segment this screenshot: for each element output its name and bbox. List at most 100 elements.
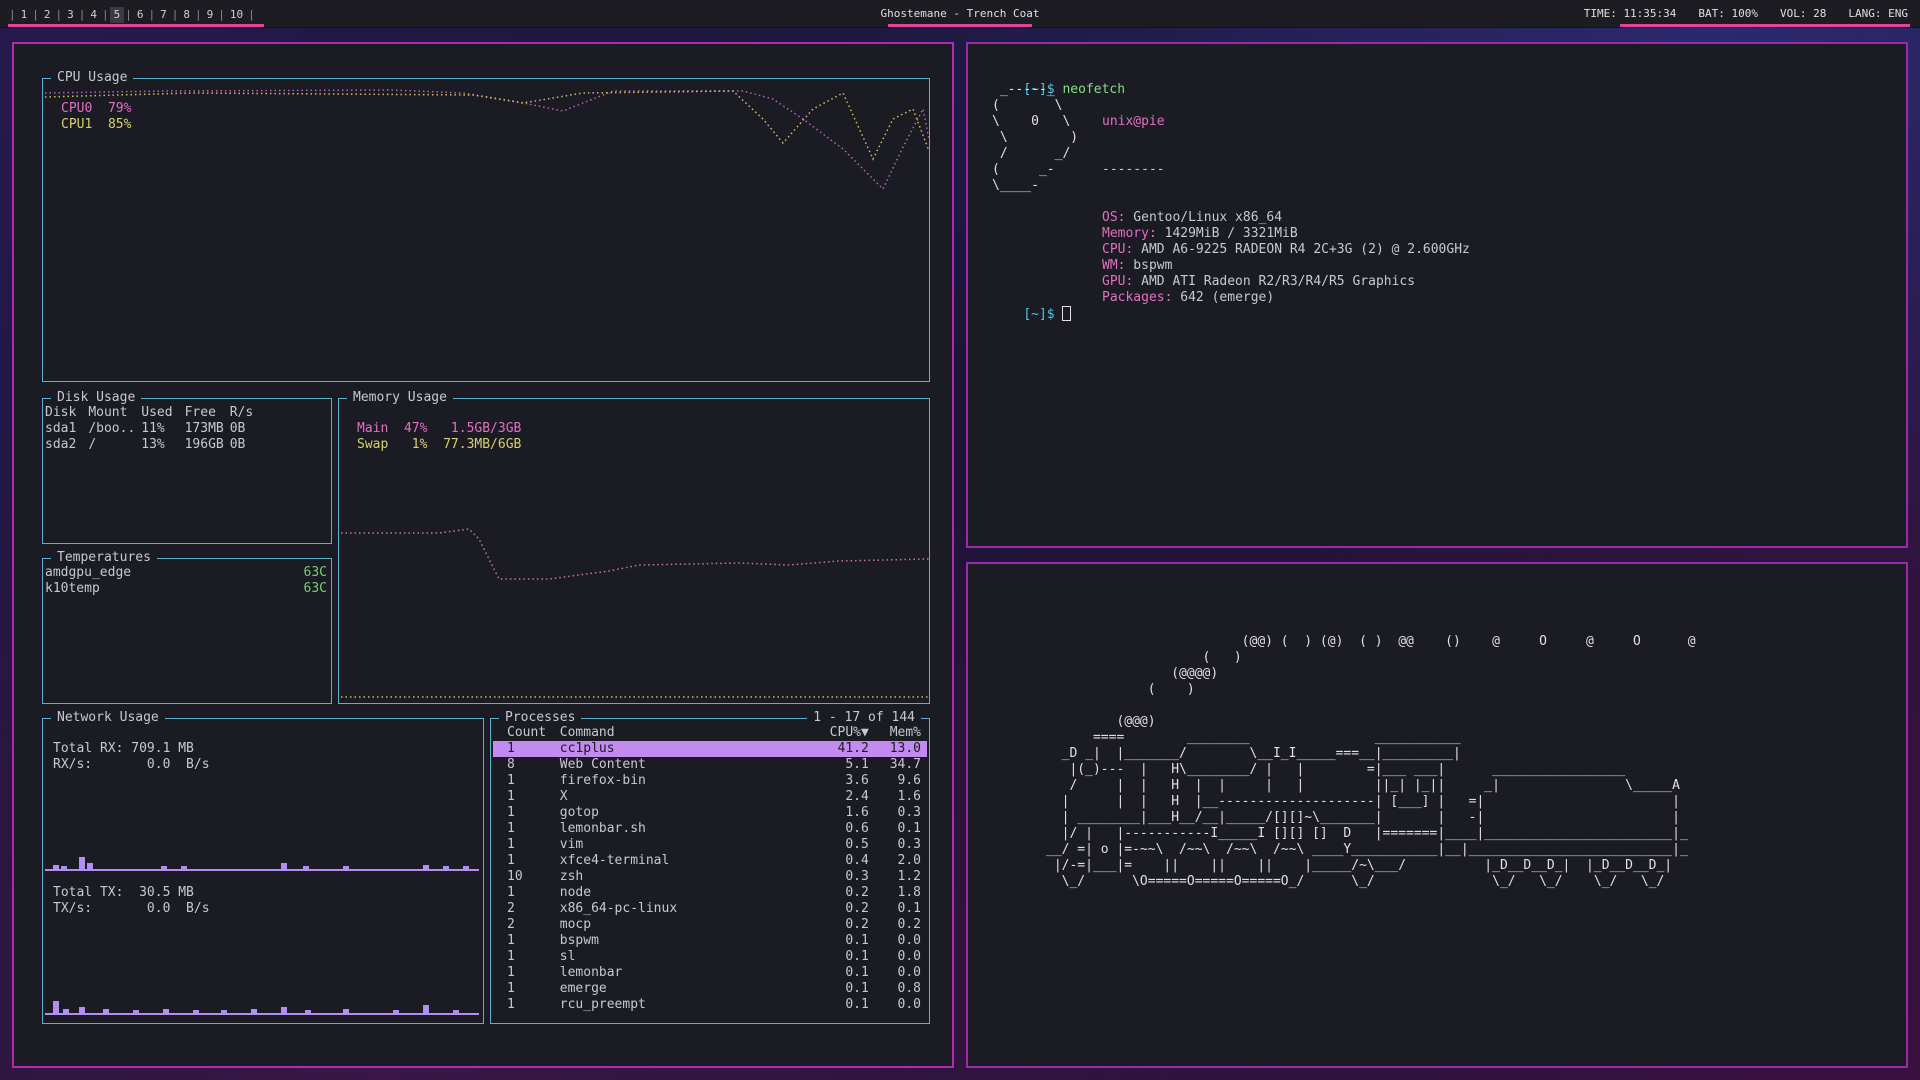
table-cell: 0.5 [845, 837, 869, 852]
title-underline [888, 24, 1032, 27]
table-cell: 0.4 [845, 853, 869, 868]
table-row[interactable]: 1 node 0.2 1.8 [493, 885, 927, 901]
table-cell: 1 [507, 805, 515, 820]
gotop-window[interactable]: CPU Usage CPU0 79% CPU1 85% Disk Usage D… [12, 42, 954, 1068]
processes-panel[interactable]: Processes 1 - 17 of 144 Count Command CP… [490, 710, 930, 1024]
table-cell: 0.1 [845, 981, 869, 996]
battery-status: BAT: 100% [1698, 7, 1759, 20]
process-row-selected[interactable]: 1 cc1plus 41.2 13.0 [493, 741, 927, 757]
info-key: Packages: [1102, 290, 1173, 305]
info-value: AMD ATI Radeon R2/R3/R4/R5 Graphics [1133, 274, 1416, 289]
table-row[interactable]: 1 sl 0.1 0.0 [493, 949, 927, 965]
temp-sensor-value: 63C [303, 581, 327, 596]
column-header-count[interactable]: Count [493, 725, 560, 741]
table-cell: 2 [507, 917, 515, 932]
column-header: R/s [229, 405, 254, 420]
table-row[interactable]: 1 vim 0.5 0.3 [493, 837, 927, 853]
status-underline [1620, 24, 1910, 27]
table-cell: 2 [507, 901, 515, 916]
table-row[interactable]: 2 x86_64-pc-linux 0.2 0.1 [493, 901, 927, 917]
info-lines: OS: Gentoo/Linux x86_64 Memory: 1429MiB /… [1102, 210, 1470, 306]
table-cell: emerge [559, 981, 607, 996]
train-line: __/ =| o |=-~~\ /~~\ /~~\ /~~\ ____Y____… [1046, 842, 1688, 857]
ascii-line: / _/ [992, 146, 1071, 161]
train-line: _D _| |_______/ \__I_I_____===__|_______… [1046, 746, 1461, 761]
table-cell: 1 [507, 853, 515, 868]
table-cell: 0.2 [845, 917, 869, 932]
table-cell: 2.0 [897, 853, 921, 868]
table-row[interactable]: 1 firefox-bin 3.6 9.6 [493, 773, 927, 789]
table-cell: 0.3 [897, 837, 921, 852]
table-row[interactable]: 1 emerge 0.1 0.8 [493, 981, 927, 997]
table-row[interactable]: 1 lemonbar 0.1 0.0 [493, 965, 927, 981]
process-range: 1 - 17 of 144 [807, 710, 921, 726]
temperatures-title: Temperatures [51, 550, 157, 566]
info-value: AMD A6-9225 RADEON R4 2C+3G (2) @ 2.600G… [1133, 242, 1470, 257]
table-cell: firefox-bin [559, 773, 646, 788]
table-row[interactable]: 1 xfce4-terminal 0.4 2.0 [493, 853, 927, 869]
column-header: Free [184, 405, 216, 420]
table-row[interactable]: 8 Web Content 5.1 34.7 [493, 757, 927, 773]
info-separator: -------- [1102, 162, 1165, 177]
table-cell: sda1 [45, 421, 77, 436]
disk-usage-title: Disk Usage [51, 390, 142, 406]
table-cell: 1 [507, 821, 515, 836]
table-cell: mocp [559, 917, 592, 932]
info-key: GPU: [1102, 274, 1134, 289]
table-cell: 0.1 [845, 997, 869, 1012]
table-row[interactable]: 10 zsh 0.3 1.2 [493, 869, 927, 885]
table-cell: 1 [507, 965, 515, 980]
column-header-command[interactable]: Command [560, 725, 810, 741]
table-cell: 41.2 [810, 741, 875, 757]
process-table[interactable]: Count Command CPU%▼ Mem% 1 cc1plus 41.2 13.… [493, 725, 927, 1013]
table-row[interactable]: 1 X 2.4 1.6 [493, 789, 927, 805]
table-row[interactable]: 1 rcu_preempt 0.1 0.0 [493, 997, 927, 1013]
train-line: | ________|___H__/__|_____/[][]~\_______… [1046, 810, 1680, 825]
table-row[interactable]: 1 bspwm 0.1 0.0 [493, 933, 927, 949]
table-cell: 0.1 [845, 933, 869, 948]
table-cell: / [88, 437, 97, 452]
column-header: Mount [88, 405, 128, 420]
table-cell: 0.2 [897, 917, 921, 932]
table-cell: /boo.. [88, 421, 136, 436]
terminal-sl-window[interactable]: (@@) ( ) (@) ( ) @@ () @ O @ O @ ( ) (@@… [966, 562, 1908, 1068]
terminal-neofetch-window[interactable]: [~]$ neofetch _-----_( \ \ 0 \ \ ) / _/( … [966, 42, 1908, 548]
table-cell: x86_64-pc-linux [559, 901, 678, 916]
temp-sensor-value: 63C [303, 565, 327, 580]
info-key: OS: [1102, 210, 1126, 225]
train-line: |/-=|___|= || || || |_____/~\___/ |_D__D… [1046, 858, 1673, 873]
table-cell: 1 [507, 773, 515, 788]
table-cell: 11% [141, 421, 165, 436]
prompt-line-2[interactable]: [~]$ [992, 290, 1072, 339]
table-row[interactable]: 2 mocp 0.2 0.2 [493, 917, 927, 933]
table-row: sda2 / 13% 196GB 0B [45, 437, 259, 453]
table-cell: 1 [507, 933, 515, 948]
column-header-cpu[interactable]: CPU%▼ [810, 725, 875, 741]
column-header: Disk [45, 405, 77, 420]
column-header-mem[interactable]: Mem% [875, 725, 927, 741]
table-cell: 9.6 [897, 773, 921, 788]
train-line [1046, 698, 1696, 714]
table-cell: 10 [507, 869, 523, 884]
info-line: OS: Gentoo/Linux x86_64 [1102, 210, 1470, 226]
volume-status[interactable]: VOL: 28 [1780, 7, 1826, 20]
train-line: (@@@@) [1046, 666, 1219, 681]
table-row[interactable]: 1 gotop 1.6 0.3 [493, 805, 927, 821]
table-cell: sl [559, 949, 576, 964]
ascii-line: \____- [992, 178, 1039, 193]
processes-title: Processes [499, 710, 582, 726]
table-cell: 0.3 [845, 869, 869, 884]
ascii-line: \ ) [992, 130, 1079, 145]
table-cell: 8 [507, 757, 515, 772]
terminal-cursor [1062, 306, 1072, 321]
ascii-line: ( \ [992, 98, 1063, 113]
table-cell: vim [559, 837, 584, 852]
language-status[interactable]: LANG: ENG [1848, 7, 1908, 20]
train-line: |(_)--- | H\________/ | | =|___ ___| ___… [1046, 762, 1626, 777]
table-cell: 1.8 [897, 885, 921, 900]
train-line: ( ) [1046, 650, 1242, 665]
table-row[interactable]: 1 lemonbar.sh 0.6 0.1 [493, 821, 927, 837]
network-sparklines [45, 857, 479, 1015]
clock: TIME: 11:35:34 [1583, 7, 1677, 20]
network-usage-panel: Network Usage Total RX: 709.1 MB RX/s: 0… [42, 710, 484, 1024]
